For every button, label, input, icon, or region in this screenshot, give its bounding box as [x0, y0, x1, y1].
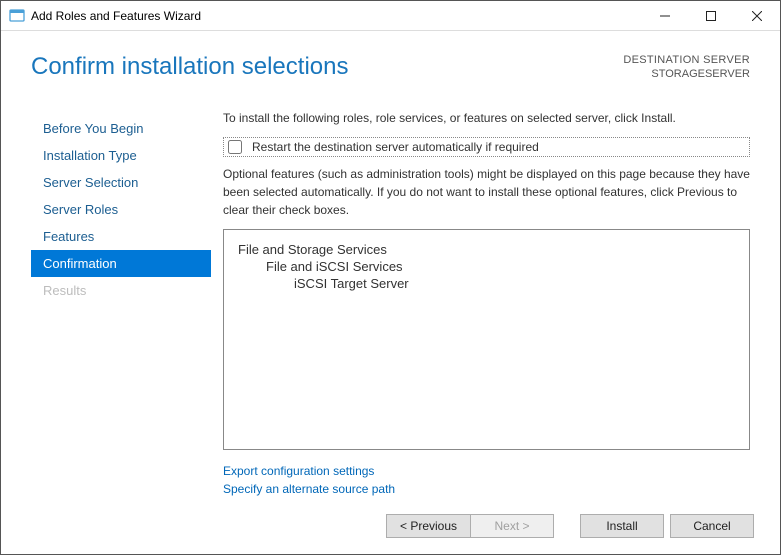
nav-server-roles[interactable]: Server Roles	[31, 196, 211, 223]
body: Before You Begin Installation Type Serve…	[1, 109, 780, 498]
nav-button-group: < Previous Next >	[386, 514, 554, 538]
cancel-button[interactable]: Cancel	[670, 514, 754, 538]
destination-block: DESTINATION SERVER STORAGESERVER	[623, 53, 750, 82]
nav-installation-type[interactable]: Installation Type	[31, 142, 211, 169]
destination-name: STORAGESERVER	[623, 67, 750, 81]
page-title: Confirm installation selections	[31, 53, 623, 81]
close-button[interactable]	[734, 1, 780, 31]
main: To install the following roles, role ser…	[211, 109, 750, 498]
optional-features-text: Optional features (such as administratio…	[223, 165, 750, 219]
nav-server-selection[interactable]: Server Selection	[31, 169, 211, 196]
app-icon	[9, 8, 25, 24]
window-controls	[642, 1, 780, 31]
tree-item: File and Storage Services	[238, 242, 735, 257]
links: Export configuration settings Specify an…	[223, 462, 750, 498]
wizard-window: Add Roles and Features Wizard Confirm in…	[0, 0, 781, 555]
tree-item: File and iSCSI Services	[266, 259, 735, 274]
alternate-path-link[interactable]: Specify an alternate source path	[223, 480, 750, 498]
export-config-link[interactable]: Export configuration settings	[223, 462, 750, 480]
restart-label: Restart the destination server automatic…	[252, 140, 539, 154]
instruction-text: To install the following roles, role ser…	[223, 111, 750, 125]
destination-label: DESTINATION SERVER	[623, 53, 750, 67]
nav-results: Results	[31, 277, 211, 304]
minimize-button[interactable]	[642, 1, 688, 31]
header: Confirm installation selections DESTINAT…	[1, 31, 780, 109]
install-button[interactable]: Install	[580, 514, 664, 538]
footer: < Previous Next > Install Cancel	[1, 498, 780, 554]
nav-features[interactable]: Features	[31, 223, 211, 250]
tree-item: iSCSI Target Server	[294, 276, 735, 291]
previous-button[interactable]: < Previous	[386, 514, 470, 538]
maximize-button[interactable]	[688, 1, 734, 31]
nav-confirmation[interactable]: Confirmation	[31, 250, 211, 277]
restart-checkbox[interactable]	[228, 140, 242, 154]
next-button: Next >	[470, 514, 554, 538]
window-title: Add Roles and Features Wizard	[31, 9, 642, 23]
titlebar: Add Roles and Features Wizard	[1, 1, 780, 31]
restart-checkbox-row[interactable]: Restart the destination server automatic…	[223, 137, 750, 157]
sidebar: Before You Begin Installation Type Serve…	[31, 109, 211, 498]
selections-tree: File and Storage Services File and iSCSI…	[223, 229, 750, 450]
nav-before-you-begin[interactable]: Before You Begin	[31, 115, 211, 142]
